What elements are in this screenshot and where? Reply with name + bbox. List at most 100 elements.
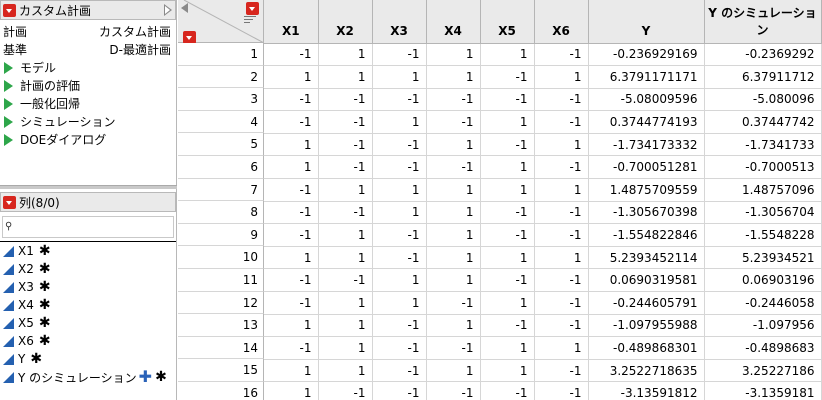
row-number[interactable]: 7 <box>178 178 264 202</box>
table-cell[interactable]: 1 <box>264 155 319 180</box>
table-cell[interactable]: -1.7341733 <box>704 133 822 157</box>
table-row[interactable]: -1 1 1 1 1 1 1.4875709559 1.48757096 <box>264 178 822 202</box>
table-cell[interactable]: -0.244605791 <box>588 291 705 315</box>
table-cell[interactable]: -1 <box>534 110 589 134</box>
table-cell[interactable]: -0.2369292 <box>704 43 822 67</box>
table-cell[interactable]: -1.734173332 <box>588 133 705 157</box>
row-number[interactable]: 12 <box>178 291 264 315</box>
table-cell[interactable]: -1.5548228 <box>704 223 822 247</box>
column-item[interactable]: X3 ✱ <box>3 278 51 296</box>
column-item[interactable]: X2 ✱ <box>3 260 51 278</box>
table-cell[interactable]: -1 <box>372 314 427 338</box>
table-cell[interactable]: 1 <box>318 336 373 360</box>
table-cell[interactable]: 1 <box>426 201 481 225</box>
column-item[interactable]: X1 ✱ <box>3 242 51 260</box>
table-cell[interactable]: -1 <box>534 155 589 180</box>
table-cell[interactable]: -1 <box>264 223 319 247</box>
table-cell[interactable]: 1 <box>480 178 535 202</box>
table-cell[interactable]: 1 <box>480 246 535 270</box>
table-cell[interactable]: -1 <box>534 88 589 112</box>
table-cell[interactable]: 1 <box>372 178 427 202</box>
row-number[interactable]: 14 <box>178 336 264 360</box>
table-cell[interactable]: -1 <box>372 336 427 360</box>
table-cell[interactable]: 1 <box>264 65 319 89</box>
red-triangle-menu-icon[interactable] <box>3 195 16 209</box>
play-icon[interactable] <box>4 61 13 74</box>
table-cell[interactable]: -0.700051281 <box>588 155 705 180</box>
table-cell[interactable]: 1 <box>318 246 373 270</box>
table-cell[interactable]: -1 <box>264 201 319 225</box>
table-cell[interactable]: -1 <box>480 314 535 338</box>
column-item[interactable]: X6 ✱ <box>3 332 51 350</box>
table-cell[interactable]: -1 <box>534 201 589 225</box>
table-cell[interactable]: -1 <box>318 201 373 225</box>
table-cell[interactable]: -0.7000513 <box>704 155 822 180</box>
table-cell[interactable]: -1 <box>534 359 589 383</box>
row-number[interactable]: 15 <box>178 359 264 382</box>
row-number[interactable]: 9 <box>178 223 264 247</box>
table-cell[interactable]: 1 <box>318 43 373 67</box>
table-cell[interactable]: -0.2446058 <box>704 291 822 315</box>
table-cell[interactable]: 1.48757096 <box>704 178 822 202</box>
script-item[interactable]: DOEダイアログ <box>4 131 106 148</box>
column-header[interactable]: X5 <box>480 0 535 44</box>
table-cell[interactable]: 1 <box>264 359 319 383</box>
table-row[interactable]: -1 -1 1 -1 1 -1 0.3744774193 0.37447742 <box>264 110 822 134</box>
table-row[interactable]: 1 -1 -1 1 -1 1 -1.734173332 -1.7341733 <box>264 133 822 157</box>
table-row[interactable]: -1 1 -1 -1 1 1 -0.489868301 -0.4898683 <box>264 336 822 360</box>
table-cell[interactable]: -1 <box>372 223 427 247</box>
table-row[interactable]: -1 1 1 -1 1 -1 -0.244605791 -0.2446058 <box>264 291 822 315</box>
table-cell[interactable]: 3.25227186 <box>704 359 822 383</box>
column-header[interactable]: X6 <box>534 0 589 44</box>
table-cell[interactable]: -1 <box>534 291 589 315</box>
table-row[interactable]: -1 -1 1 1 -1 -1 -1.305670398 -1.3056704 <box>264 201 822 225</box>
table-cell[interactable]: -1 <box>318 88 373 112</box>
table-cell[interactable]: 3.2522718635 <box>588 359 705 383</box>
table-cell[interactable]: -1 <box>318 268 373 293</box>
red-triangle-menu-icon[interactable] <box>3 3 16 17</box>
table-cell[interactable]: 1 <box>426 223 481 247</box>
table-cell[interactable]: -1 <box>480 133 535 157</box>
table-cell[interactable]: 1 <box>318 291 373 315</box>
table-cell[interactable]: 1 <box>372 291 427 315</box>
table-row[interactable]: -1 -1 -1 -1 -1 -1 -5.08009596 -5.080096 <box>264 88 822 112</box>
table-row[interactable]: 1 1 1 1 -1 1 6.3791171171 6.37911712 <box>264 65 822 89</box>
table-cell[interactable]: 1 <box>480 291 535 315</box>
table-cell[interactable]: -1 <box>480 381 535 400</box>
asterisk-icon[interactable]: ✱ <box>39 279 51 295</box>
table-cell[interactable]: 5.2393452114 <box>588 246 705 270</box>
table-cell[interactable]: -1 <box>426 291 481 315</box>
table-cell[interactable]: -1 <box>372 155 427 180</box>
table-cell[interactable]: -1 <box>480 88 535 112</box>
table-row[interactable]: -1 -1 1 1 -1 -1 0.0690319581 0.06903196 <box>264 268 822 293</box>
column-filter-icon[interactable] <box>244 16 256 25</box>
table-cell[interactable]: -3.1359181 <box>704 381 822 400</box>
table-cell[interactable]: 1 <box>534 336 589 360</box>
table-cell[interactable]: 1 <box>264 381 319 400</box>
asterisk-icon[interactable]: ✱ <box>30 351 42 367</box>
column-header[interactable]: Y <box>588 0 705 44</box>
play-icon[interactable] <box>4 79 13 92</box>
table-cell[interactable]: -1 <box>372 43 427 67</box>
table-cell[interactable]: -1 <box>426 381 481 400</box>
row-number[interactable]: 6 <box>178 155 264 179</box>
table-cell[interactable]: 0.3744774193 <box>588 110 705 134</box>
table-cell[interactable]: -1 <box>372 88 427 112</box>
table-cell[interactable]: -1 <box>480 201 535 225</box>
table-row[interactable]: 1 1 -1 1 1 -1 3.2522718635 3.25227186 <box>264 359 822 383</box>
table-panel-header[interactable]: カスタム計画 <box>0 0 176 20</box>
table-row[interactable]: -1 1 -1 1 -1 -1 -1.554822846 -1.5548228 <box>264 223 822 247</box>
table-row[interactable]: 1 1 -1 1 1 1 5.2393452114 5.23934521 <box>264 246 822 270</box>
table-cell[interactable]: -1 <box>264 110 319 134</box>
table-cell[interactable]: 1 <box>264 246 319 270</box>
column-item[interactable]: Y のシミュレーション ✚ ✱ <box>3 368 167 386</box>
collapse-arrow-icon[interactable] <box>164 4 172 16</box>
table-cell[interactable]: 1 <box>426 178 481 202</box>
table-cell[interactable]: -1 <box>534 223 589 247</box>
table-cell[interactable]: -1 <box>318 110 373 134</box>
table-cell[interactable]: 1 <box>426 314 481 338</box>
table-cell[interactable]: 1 <box>534 133 589 157</box>
table-cell[interactable]: -1 <box>264 178 319 202</box>
asterisk-icon[interactable]: ✱ <box>39 297 51 313</box>
table-cell[interactable]: -1 <box>318 133 373 157</box>
